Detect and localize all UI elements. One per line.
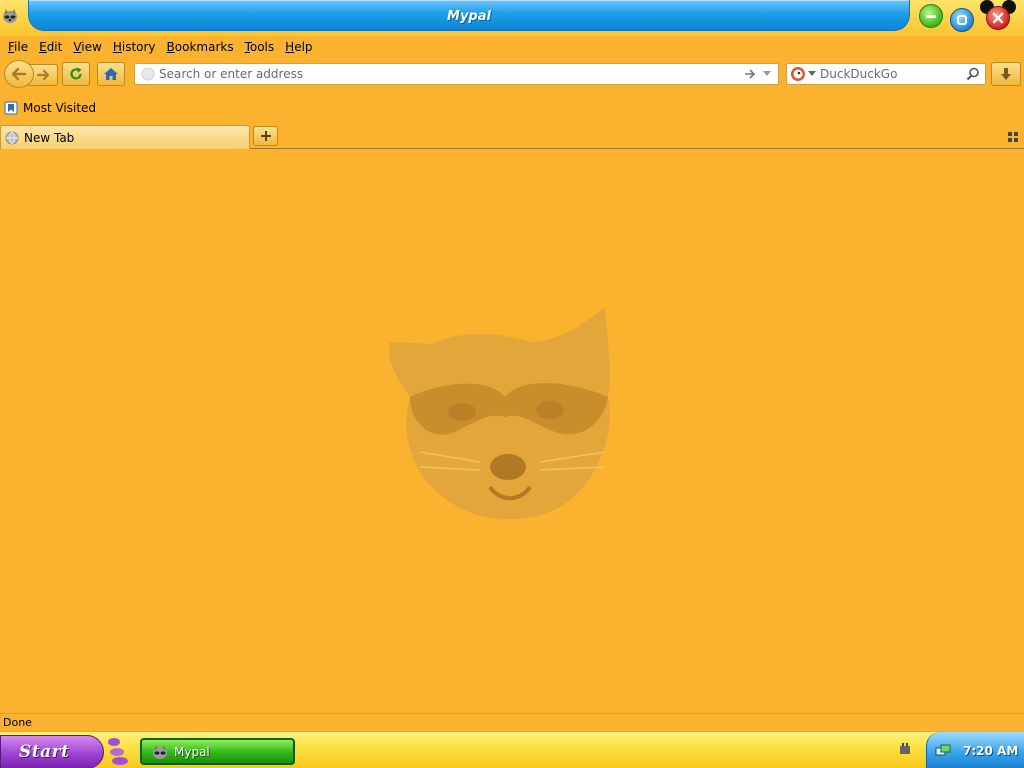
navigation-toolbar — [0, 58, 1024, 90]
menu-bar: File Edit View History Bookmarks Tools H… — [0, 36, 1024, 58]
tab-groups-icon[interactable] — [1008, 132, 1018, 142]
back-forward-group — [4, 60, 60, 88]
menu-file-label: ile — [14, 40, 29, 54]
menu-bookmarks[interactable]: Bookmarks — [163, 40, 238, 54]
taskbar: Start Mypal 7:20 AM — [0, 731, 1024, 768]
duckduckgo-icon[interactable] — [790, 66, 806, 82]
clock[interactable]: 7:20 AM — [963, 744, 1018, 758]
new-tab-button[interactable] — [253, 126, 278, 146]
menu-help[interactable]: Help — [281, 40, 316, 54]
safely-remove-hardware-icon[interactable] — [898, 742, 912, 756]
tab-strip: New Tab — [0, 124, 1024, 149]
close-button[interactable] — [986, 6, 1010, 30]
address-bar[interactable] — [134, 63, 779, 85]
minimize-icon — [926, 15, 936, 18]
raccoon-task-icon — [153, 744, 167, 759]
title-bar: Mypal — [0, 0, 1024, 36]
bookmarks-toolbar: Most Visited — [0, 98, 96, 118]
tab-new-tab[interactable]: New Tab — [0, 125, 250, 149]
history-dropdown-icon[interactable] — [762, 70, 772, 78]
menu-help-label: elp — [294, 40, 313, 54]
menu-bookmarks-label: ookmarks — [174, 40, 234, 54]
maximize-button[interactable] — [950, 8, 974, 32]
raccoon-watermark-icon — [389, 307, 610, 520]
forward-arrow-icon — [37, 69, 50, 81]
downloads-button[interactable] — [991, 62, 1021, 86]
page-identity-icon — [141, 67, 155, 81]
close-icon — [992, 12, 1004, 24]
minimize-button[interactable] — [919, 4, 943, 28]
task-label: Mypal — [174, 744, 210, 759]
menu-tools-label: ools — [249, 40, 275, 54]
search-input[interactable] — [816, 67, 966, 81]
taskbar-task-mypal[interactable]: Mypal — [140, 738, 295, 765]
menu-view-label: iew — [81, 40, 102, 54]
start-decoration-icon — [108, 738, 128, 765]
system-tray: 7:20 AM — [926, 732, 1024, 768]
window-title: Mypal — [447, 9, 491, 24]
download-arrow-icon — [1001, 68, 1011, 80]
menu-history-label: istory — [121, 40, 156, 54]
reload-button[interactable] — [62, 62, 90, 86]
title-bar-band: Mypal — [28, 0, 910, 31]
most-visited-icon — [4, 101, 18, 115]
reload-icon — [70, 67, 82, 80]
back-button[interactable] — [4, 60, 34, 88]
menu-history[interactable]: History — [109, 40, 160, 54]
network-icon[interactable] — [935, 743, 951, 759]
home-button[interactable] — [97, 62, 125, 86]
menu-tools[interactable]: Tools — [241, 40, 279, 54]
menu-history-accesskey: H — [112, 40, 122, 54]
status-bar: Done — [0, 713, 1024, 731]
most-visited-label: Most Visited — [23, 101, 97, 115]
status-text: Done — [3, 716, 32, 729]
page-content — [0, 149, 1024, 713]
start-label: Start — [19, 742, 70, 762]
go-arrow-icon[interactable] — [744, 68, 756, 80]
raccoon-app-icon[interactable] — [2, 8, 18, 24]
search-engine-dropdown-icon[interactable] — [808, 71, 816, 77]
menu-file[interactable]: File — [4, 40, 32, 54]
back-arrow-icon — [11, 67, 27, 81]
menu-view[interactable]: View — [69, 40, 105, 54]
menu-edit-accesskey: E — [39, 40, 47, 54]
tab-label: New Tab — [24, 130, 75, 145]
search-icon[interactable] — [966, 67, 980, 81]
menu-edit[interactable]: Edit — [35, 40, 66, 54]
globe-icon — [5, 131, 19, 144]
menu-help-accesskey: H — [285, 40, 295, 54]
search-bar[interactable] — [786, 63, 986, 85]
plus-icon — [260, 131, 271, 141]
address-input[interactable] — [155, 67, 744, 81]
maximize-icon — [957, 15, 967, 25]
menu-edit-label: dit — [46, 40, 63, 54]
home-icon — [104, 68, 118, 80]
most-visited-bookmark[interactable]: Most Visited — [4, 101, 96, 115]
menu-bookmarks-accesskey: B — [166, 40, 175, 54]
start-button[interactable]: Start — [0, 735, 104, 768]
